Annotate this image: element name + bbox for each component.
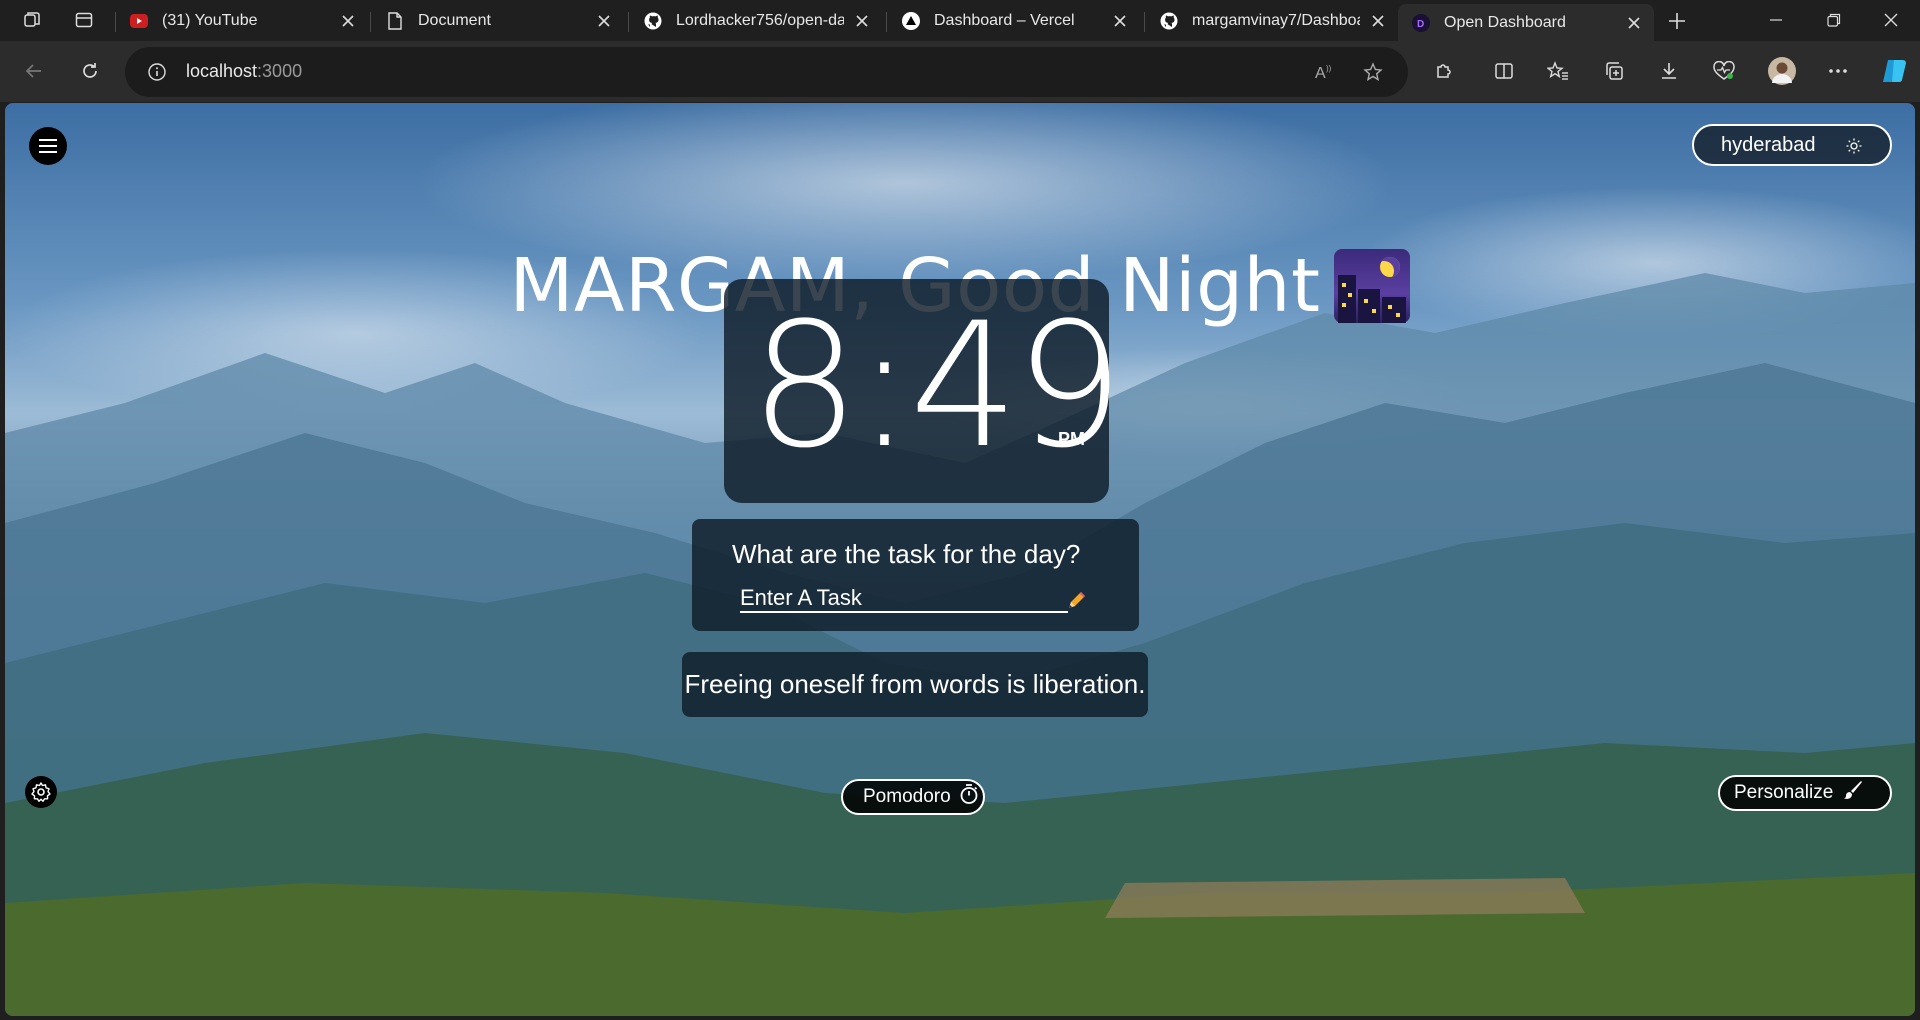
new-tab-icon[interactable] — [1662, 6, 1692, 36]
tab-title: Open Dashboard — [1444, 13, 1566, 31]
tab-title: Lordhacker756/open-dash — [676, 11, 844, 29]
settings-gear-icon[interactable] — [25, 776, 57, 808]
open-dashboard-icon: D — [1412, 13, 1430, 32]
tab-strip: (31) YouTube Document Lordhacker756/open… — [0, 0, 1920, 41]
restore-icon[interactable] — [1805, 0, 1863, 40]
document-icon — [386, 11, 404, 30]
tab-separator — [370, 12, 371, 32]
sun-icon — [1844, 136, 1864, 156]
dashboard-page: hyderabad MARGAM, Good Night 8:49 — [5, 103, 1915, 1016]
tab-separator — [1144, 12, 1145, 32]
personalize-button[interactable]: Personalize — [1718, 775, 1892, 811]
tab-youtube[interactable]: (31) YouTube — [116, 4, 368, 37]
weather-city-button[interactable]: hyderabad — [1692, 124, 1892, 166]
tab-separator — [886, 12, 887, 32]
tab-title: (31) YouTube — [162, 11, 258, 29]
svg-text:)): )) — [1326, 64, 1332, 73]
tab-title: margamvinay7/Dashboard — [1192, 11, 1360, 29]
quote-card: Freeing oneself from words is liberation… — [682, 652, 1148, 717]
back-icon[interactable] — [16, 53, 52, 89]
tab-title: Document — [418, 11, 491, 29]
refresh-icon[interactable] — [72, 53, 108, 89]
close-window-icon[interactable] — [1862, 0, 1920, 40]
task-input[interactable] — [740, 585, 1068, 613]
night-city-icon — [1334, 249, 1411, 323]
pomodoro-label: Pomodoro — [863, 786, 951, 807]
tab-open-dash-repo[interactable]: Lordhacker756/open-dash — [630, 4, 882, 37]
downloads-icon[interactable] — [1651, 53, 1687, 89]
github-icon — [1160, 12, 1178, 30]
close-icon[interactable] — [852, 11, 872, 31]
clock-ampm: PM — [1058, 429, 1085, 449]
clock-time: 8:49 — [750, 285, 1124, 486]
url-port: :3000 — [257, 61, 303, 81]
profile-avatar[interactable] — [1764, 53, 1800, 89]
close-icon[interactable] — [1110, 11, 1130, 31]
extensions-icon[interactable] — [1426, 53, 1462, 89]
tab-title: Dashboard – Vercel — [934, 11, 1075, 29]
svg-text:D: D — [1417, 19, 1424, 30]
split-screen-icon[interactable] — [1486, 53, 1522, 89]
more-options-icon[interactable] — [1820, 53, 1856, 89]
workspaces-icon[interactable] — [16, 6, 48, 34]
vercel-icon — [902, 11, 920, 30]
browser-essentials-icon[interactable] — [1706, 53, 1742, 89]
minimize-icon[interactable] — [1747, 0, 1805, 40]
close-icon[interactable] — [1624, 13, 1644, 33]
clock-card: 8:49 PM — [724, 279, 1124, 503]
github-icon — [644, 12, 662, 30]
favorite-star-icon[interactable] — [1361, 60, 1385, 84]
tab-vercel[interactable]: Dashboard – Vercel — [888, 4, 1140, 37]
tab-dashboard-repo[interactable]: margamvinay7/Dashboard — [1146, 4, 1398, 37]
address-bar[interactable]: localhost:3000 A)) — [125, 47, 1408, 97]
close-icon[interactable] — [594, 11, 614, 31]
favorites-icon[interactable] — [1540, 53, 1576, 89]
url-host: localhost — [186, 61, 258, 81]
collections-icon[interactable] — [1596, 53, 1632, 89]
paintbrush-icon — [1843, 780, 1863, 806]
task-card: What are the task for the day? — [692, 519, 1139, 631]
menu-hamburger-icon[interactable] — [29, 127, 67, 165]
tab-document[interactable]: Document — [372, 4, 624, 37]
pencil-icon[interactable] — [1066, 589, 1088, 611]
tab-actions-icon[interactable] — [68, 6, 100, 34]
copilot-icon[interactable] — [1876, 53, 1912, 89]
pomodoro-button[interactable]: Pomodoro — [841, 779, 985, 815]
close-icon[interactable] — [1368, 11, 1388, 31]
personalize-label: Personalize — [1734, 782, 1834, 803]
browser-toolbar: localhost:3000 A)) — [0, 41, 1920, 102]
city-name: hyderabad — [1721, 133, 1816, 156]
svg-text:A: A — [1315, 65, 1326, 82]
task-question: What are the task for the day? — [732, 539, 1081, 569]
timer-icon — [959, 783, 979, 811]
quote-text: Freeing oneself from words is liberation… — [684, 669, 1146, 699]
info-icon[interactable] — [145, 60, 169, 84]
tab-separator — [628, 12, 629, 32]
close-icon[interactable] — [338, 11, 358, 31]
tab-open-dashboard[interactable]: D Open Dashboard — [1398, 4, 1654, 41]
youtube-icon — [130, 12, 148, 30]
url-text[interactable]: localhost:3000 — [186, 61, 302, 82]
read-aloud-icon[interactable]: A)) — [1314, 60, 1338, 84]
